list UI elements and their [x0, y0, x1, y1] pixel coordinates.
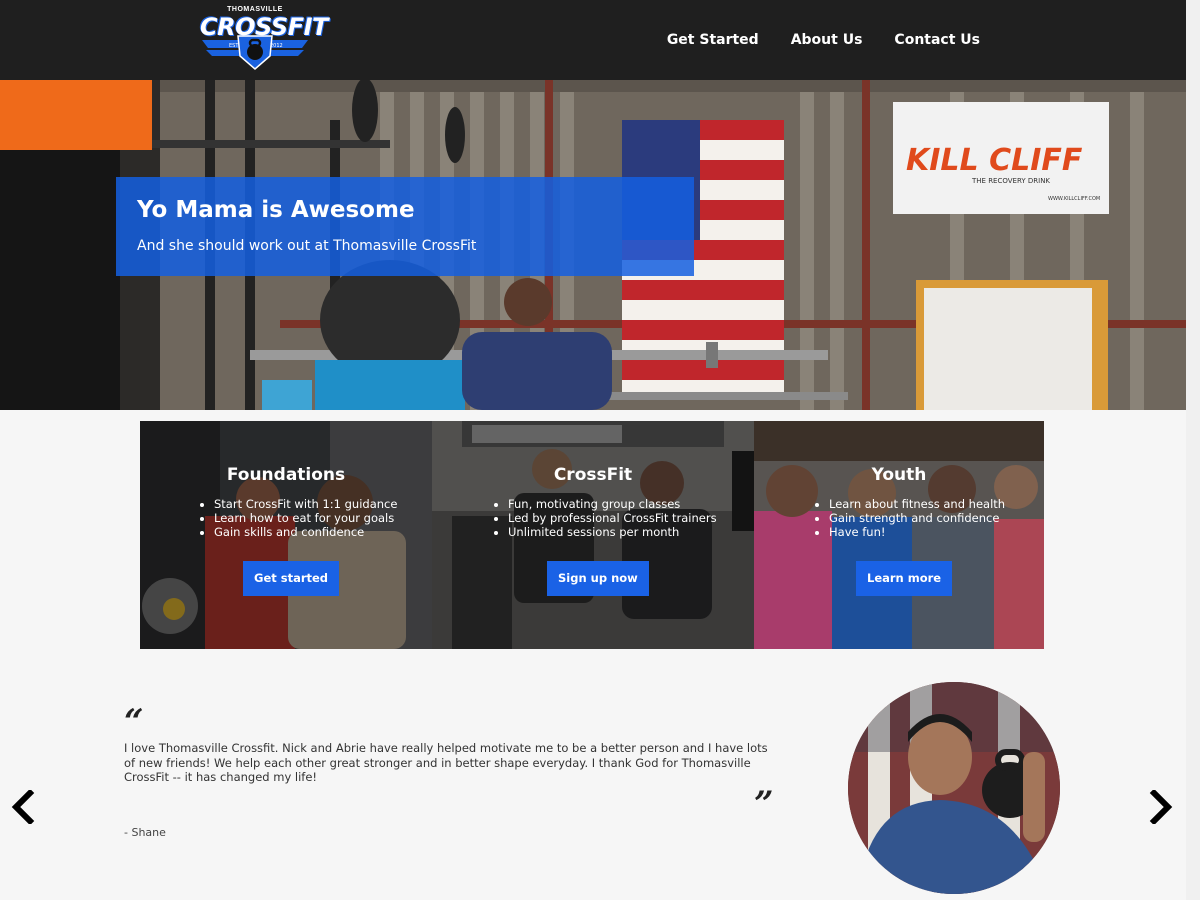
nav-about-us[interactable]: About Us	[791, 32, 863, 48]
crossfit-logo[interactable]: THOMASVILLE CROSSFIT EST 2012	[200, 4, 328, 72]
learn-more-button[interactable]: Learn more	[856, 561, 953, 596]
program-bullets: Start CrossFit with 1:1 guidance Learn h…	[198, 497, 397, 539]
logo-est: EST	[229, 43, 239, 49]
get-started-button[interactable]: Get started	[243, 561, 340, 596]
site-header: THOMASVILLE CROSSFIT EST 2012 Get Starte…	[0, 0, 1186, 80]
chevron-left-icon	[11, 788, 35, 826]
banner-url: WWW.KILLCLIFF.COM	[1048, 196, 1100, 202]
banner-kill-cliff: KILL CLIFF	[906, 143, 1083, 178]
programs-section: Foundations Start CrossFit with 1:1 guid…	[140, 421, 1044, 649]
open-quote-mark: “	[124, 702, 144, 742]
program-title: Youth	[871, 465, 927, 485]
list-item: Start CrossFit with 1:1 guidance	[214, 497, 397, 511]
logo-top-text: THOMASVILLE	[227, 6, 283, 13]
program-bullets: Fun, motivating group classes Led by pro…	[492, 497, 717, 539]
program-bullets: Learn about fitness and health Gain stre…	[813, 497, 1005, 539]
hero-section: KILL CLIFF THE RECOVERY DRINK WWW.KILLCL…	[0, 80, 1186, 410]
testimonial-author: - Shane	[124, 826, 166, 839]
logo-year: 2012	[270, 43, 283, 49]
testimonial-avatar	[848, 682, 1060, 894]
program-title: CrossFit	[553, 465, 633, 485]
kettlebell-shield-icon: EST 2012	[202, 35, 308, 70]
hero-title: Yo Mama is Awesome	[137, 197, 415, 223]
page-scrollbar[interactable]	[1186, 0, 1200, 900]
next-testimonial-button[interactable]	[1148, 788, 1174, 827]
list-item: Gain strength and confidence	[829, 511, 1005, 525]
list-item: Gain skills and confidence	[214, 525, 397, 539]
hero-subtitle: And she should work out at Thomasville C…	[137, 238, 477, 254]
list-item: Fun, motivating group classes	[508, 497, 717, 511]
close-quote-mark: ”	[754, 784, 774, 824]
list-item: Unlimited sessions per month	[508, 525, 717, 539]
banner-sub: THE RECOVERY DRINK	[971, 177, 1050, 185]
prev-testimonial-button[interactable]	[10, 788, 36, 827]
hero-callout: Yo Mama is Awesome And she should work o…	[116, 177, 694, 276]
program-crossfit: CrossFit Fun, motivating group classes L…	[432, 421, 754, 649]
testimonial-text: I love Thomasville Crossfit. Nick and Ab…	[124, 741, 768, 784]
list-item: Learn how to eat for your goals	[214, 511, 397, 525]
main-nav: Get Started About Us Contact Us	[667, 32, 980, 48]
list-item: Have fun!	[829, 525, 1005, 539]
nav-get-started[interactable]: Get Started	[667, 32, 759, 48]
program-youth: Youth Learn about fitness and health Gai…	[754, 421, 1044, 649]
nav-contact-us[interactable]: Contact Us	[894, 32, 980, 48]
sign-up-now-button[interactable]: Sign up now	[547, 561, 649, 596]
program-title: Foundations	[226, 465, 346, 485]
chevron-right-icon	[1149, 788, 1173, 826]
avatar-photo	[848, 682, 1060, 894]
list-item: Learn about fitness and health	[829, 497, 1005, 511]
list-item: Led by professional CrossFit trainers	[508, 511, 717, 525]
program-foundations: Foundations Start CrossFit with 1:1 guid…	[140, 421, 432, 649]
